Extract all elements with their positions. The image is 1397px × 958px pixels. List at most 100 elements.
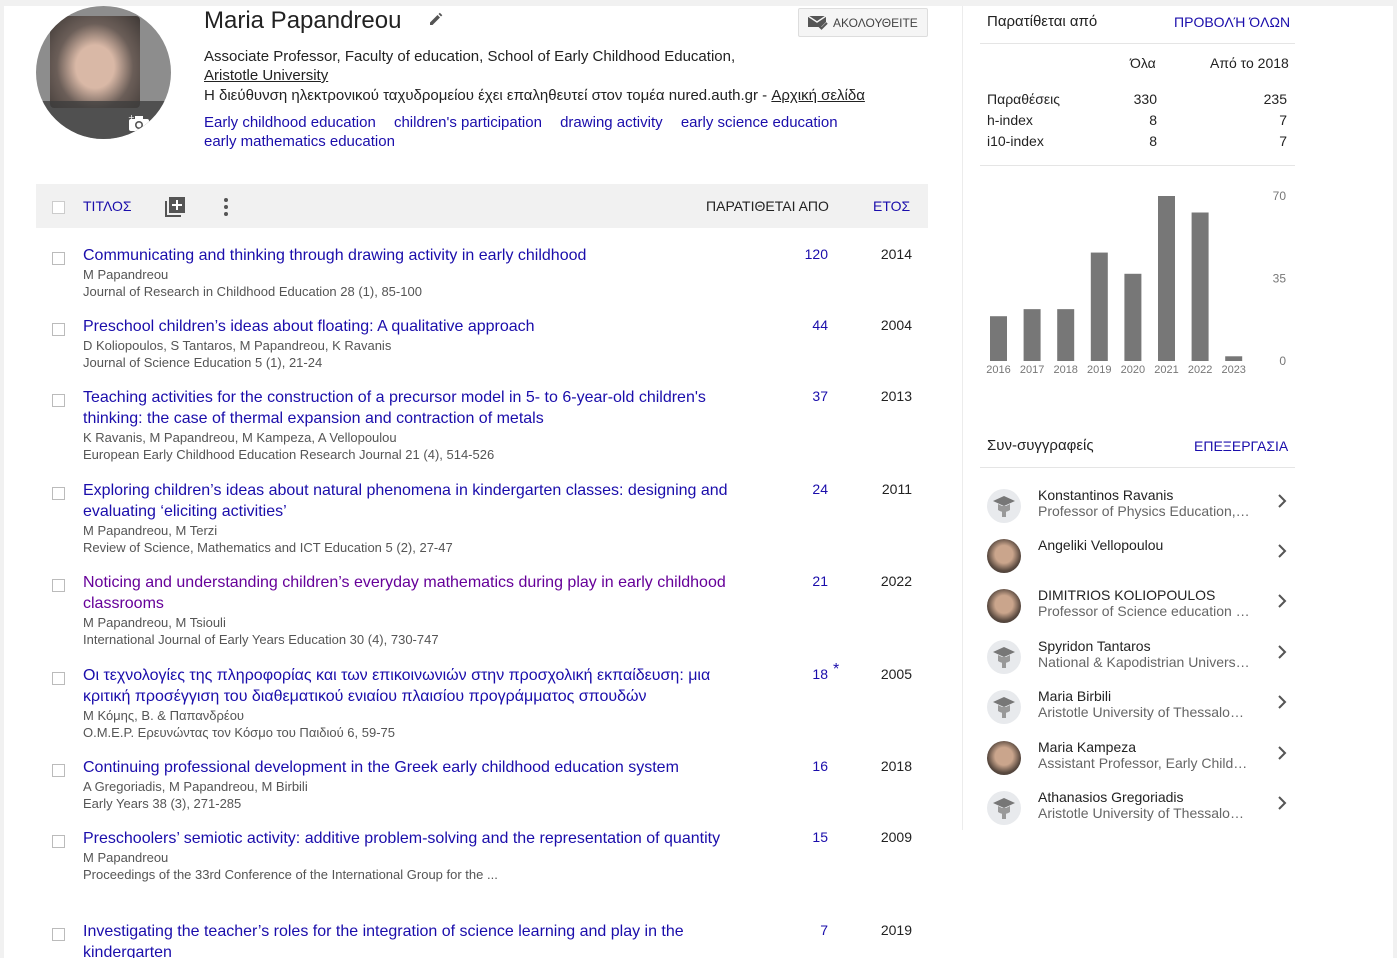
article-checkbox[interactable] [52, 487, 65, 500]
view-all-link[interactable]: ΠΡΟΒΟΛΉ ΌΛΩΝ [1174, 14, 1290, 30]
chart-y-tick: 35 [1273, 272, 1287, 286]
interest-link[interactable]: drawing activity [560, 114, 663, 131]
chevron-right-icon[interactable] [1277, 745, 1287, 761]
cited-count[interactable]: 21 [776, 573, 828, 589]
university-link[interactable]: Aristotle University [204, 67, 328, 84]
cited-count[interactable]: 7 [776, 922, 828, 938]
camera-icon[interactable]: + [128, 114, 150, 132]
more-vert-icon[interactable] [222, 197, 230, 217]
cited-count[interactable]: 18 [776, 666, 828, 682]
chart-bar[interactable] [1090, 252, 1108, 361]
cited-count[interactable]: 24 [776, 481, 828, 497]
coauthor-name[interactable]: Spyridon Tantaros [1038, 638, 1253, 654]
chevron-right-icon[interactable] [1277, 543, 1287, 559]
stat-label[interactable]: Παραθέσεις [987, 91, 1060, 107]
interest-link[interactable]: Early childhood education [204, 114, 376, 131]
stat-label[interactable]: h-index [987, 112, 1033, 128]
stat-label[interactable]: i10-index [987, 133, 1044, 149]
chevron-right-icon[interactable] [1277, 593, 1287, 609]
article-checkbox[interactable] [52, 672, 65, 685]
select-all-checkbox[interactable] [52, 201, 65, 214]
coauthor-item[interactable]: Maria Birbili Aristotle University of The… [987, 688, 1287, 732]
coauthor-item[interactable]: Maria Kampeza Assistant Professor, Early … [987, 739, 1287, 783]
affiliation-text: Associate Professor, Faculty of educatio… [204, 48, 736, 65]
chart-bar[interactable] [1158, 196, 1175, 361]
cited-count[interactable]: 120 [776, 246, 828, 262]
article-year: 2019 [880, 922, 912, 938]
cited-count[interactable]: 15 [776, 829, 828, 845]
coauthor-item[interactable]: DIMITRIOS KOLIOPOULOS Professor of Scienc… [987, 587, 1287, 631]
chart-bar[interactable] [1023, 309, 1041, 361]
sort-by-year[interactable]: ΕΤΟΣ [873, 198, 910, 214]
article-authors: M Papandreou [83, 850, 169, 865]
chart-x-tick: 2017 [1020, 364, 1044, 376]
article-checkbox[interactable] [52, 323, 65, 336]
coauthor-item[interactable]: Spyridon Tantaros National & Kapodistrian… [987, 638, 1287, 682]
merged-citation-star[interactable]: * [833, 661, 839, 679]
coauthor-item[interactable]: Angeliki Vellopoulou [987, 537, 1287, 581]
article-title-link[interactable]: Investigating the teacher’s roles for th… [83, 923, 684, 958]
article-checkbox[interactable] [52, 764, 65, 777]
chevron-right-icon[interactable] [1277, 694, 1287, 710]
follow-button[interactable]: ΑΚΟΛΟΥΘΕΙΤΕ [798, 8, 928, 37]
photo-overlay [36, 101, 171, 139]
interest-link[interactable]: early science education [681, 114, 838, 131]
cited-by-column: ΠΑΡΑΤΙΘΕΤΑΙ ΑΠΟ [706, 198, 829, 214]
stat-since: 235 [1263, 91, 1287, 107]
cited-by-heading: Παρατίθεται από [987, 13, 1098, 30]
chart-bar[interactable] [1057, 309, 1075, 361]
coauthor-name[interactable]: Konstantinos Ravanis [1038, 487, 1253, 503]
article-title-link[interactable]: Preschool children’s ideas about floatin… [83, 318, 535, 335]
chevron-right-icon[interactable] [1277, 493, 1287, 509]
pencil-icon[interactable] [428, 11, 444, 27]
article-title-link[interactable]: Continuing professional development in t… [83, 759, 679, 776]
article-source: European Early Childhood Education Resea… [83, 447, 495, 462]
email-verification: Η διεύθυνση ηλεκτρονικού ταχυδρομείου έχ… [204, 87, 865, 104]
chart-bar[interactable] [1225, 356, 1243, 361]
coauthor-name[interactable]: Maria Kampeza [1038, 739, 1253, 755]
article-checkbox[interactable] [52, 835, 65, 848]
homepage-link[interactable]: Αρχική σελίδα [771, 87, 865, 104]
cited-count[interactable]: 37 [776, 388, 828, 404]
profile-photo[interactable]: + [36, 6, 171, 139]
coauthors-edit-link[interactable]: ΕΠΕΞΕΡΓΑΣΙΑ [1194, 438, 1288, 454]
interest-link[interactable]: early mathematics education [204, 133, 395, 150]
coauthor-name[interactable]: Angeliki Vellopoulou [1038, 537, 1253, 553]
chart-bar[interactable] [1124, 273, 1142, 361]
article-title-link[interactable]: Communicating and thinking through drawi… [83, 247, 586, 264]
add-article-icon[interactable] [165, 197, 185, 217]
article-title-link[interactable]: Οι τεχνολογίες της πληροφορίας και των ε… [83, 667, 710, 705]
article-title: Investigating the teacher’s roles for th… [83, 921, 743, 958]
article-year: 2014 [880, 246, 912, 262]
research-interests: Early childhood education children's par… [204, 113, 904, 151]
coauthor-name[interactable]: DIMITRIOS KOLIOPOULOS [1038, 587, 1253, 603]
sort-by-title[interactable]: ΤΙΤΛΟΣ [83, 198, 132, 214]
article-checkbox[interactable] [52, 928, 65, 941]
coauthor-item[interactable]: Athanasios Gregoriadis Aristotle Universi… [987, 789, 1287, 833]
article-checkbox[interactable] [52, 394, 65, 407]
coauthor-item[interactable]: Konstantinos Ravanis Professor of Physics… [987, 487, 1287, 531]
chart-bar[interactable] [990, 316, 1007, 361]
chart-x-tick: 2018 [1053, 364, 1077, 376]
chevron-right-icon[interactable] [1277, 795, 1287, 811]
article-year: 2022 [880, 573, 912, 589]
cited-count[interactable]: 44 [776, 317, 828, 333]
chart-x-tick: 2022 [1188, 364, 1212, 376]
divider-line [980, 467, 1295, 468]
chart-bar[interactable] [1191, 212, 1209, 362]
coauthor-name[interactable]: Athanasios Gregoriadis [1038, 789, 1253, 805]
article-checkbox[interactable] [52, 252, 65, 265]
interest-link[interactable]: children's participation [394, 114, 542, 131]
cited-count[interactable]: 16 [776, 758, 828, 774]
coauthor-name[interactable]: Maria Birbili [1038, 688, 1253, 704]
coauthor-avatar [987, 589, 1021, 623]
article-checkbox[interactable] [52, 579, 65, 592]
article-title-link[interactable]: Exploring children’s ideas about natural… [83, 482, 728, 520]
article-title-link[interactable]: Preschoolers’ semiotic activity: additiv… [83, 830, 720, 847]
article-authors: K Ravanis, M Papandreou, M Kampeza, A Ve… [83, 430, 397, 445]
article-source: International Journal of Early Years Edu… [83, 632, 439, 647]
chevron-right-icon[interactable] [1277, 644, 1287, 660]
article-title-link[interactable]: Teaching activities for the construction… [83, 389, 706, 427]
article-year: 2005 [880, 666, 912, 682]
article-title-link[interactable]: Noticing and understanding children’s ev… [83, 574, 726, 612]
